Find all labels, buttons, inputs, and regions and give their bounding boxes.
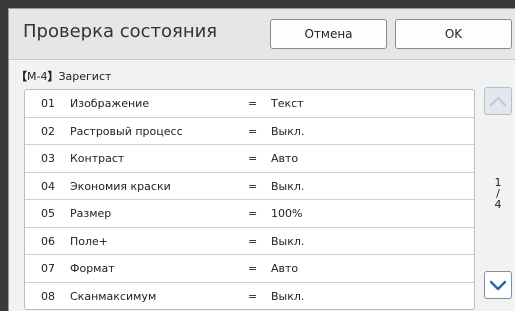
- list-item: 06 Поле+ = Выкл.: [25, 228, 474, 255]
- item-equals: =: [248, 262, 258, 275]
- settings-list: 01 Изображение = Текст 02 Растровый проц…: [24, 89, 475, 310]
- list-item: 03 Контраст = Авто: [25, 145, 474, 173]
- chevron-up-icon: [489, 96, 507, 107]
- item-equals: =: [248, 234, 258, 248]
- list-item: 04 Экономия краски = Выкл.: [25, 173, 474, 200]
- cancel-button[interactable]: Отмена: [270, 19, 387, 49]
- item-equals: =: [248, 179, 258, 193]
- item-value: Выкл.: [271, 124, 305, 138]
- status-check-dialog: Проверка состояния Отмена OK 【М-4】Зареги…: [8, 8, 515, 311]
- scroll-up-button[interactable]: [484, 87, 512, 115]
- dialog-header: Проверка состояния Отмена OK: [9, 9, 515, 60]
- chevron-down-icon: [489, 280, 507, 291]
- item-number: 07: [41, 262, 55, 275]
- ok-button[interactable]: OK: [395, 19, 512, 49]
- item-value: Выкл.: [271, 234, 305, 248]
- page-indicator: 1 / 4: [483, 177, 513, 210]
- scroll-down-button[interactable]: [484, 271, 512, 299]
- item-value: Авто: [271, 262, 299, 275]
- item-number: 01: [41, 97, 55, 110]
- list-item: 07 Формат = Авто: [25, 255, 474, 283]
- item-name: Размер: [70, 207, 112, 220]
- item-name: Сканмаксимум: [70, 289, 157, 303]
- item-number: 04: [41, 179, 55, 193]
- item-equals: =: [248, 152, 258, 165]
- list-item: 01 Изображение = Текст: [25, 90, 474, 118]
- item-number: 08: [41, 289, 55, 303]
- item-number: 03: [41, 152, 55, 165]
- item-value: 100%: [271, 207, 303, 220]
- item-name: Поле+: [70, 234, 109, 248]
- item-number: 02: [41, 124, 55, 138]
- item-equals: =: [248, 97, 258, 110]
- page-total: 4: [494, 198, 502, 211]
- list-item: 08 Сканмаксимум = Выкл.: [25, 283, 474, 310]
- item-name: Изображение: [70, 97, 150, 110]
- list-item: 02 Растровый процесс = Выкл.: [25, 118, 474, 145]
- item-equals: =: [248, 124, 258, 138]
- section-name: Зарегист: [58, 70, 112, 83]
- item-number: 05: [41, 207, 55, 220]
- item-value: Текст: [271, 97, 304, 110]
- item-value: Выкл.: [271, 289, 305, 303]
- item-name: Контраст: [70, 152, 125, 165]
- item-equals: =: [248, 207, 258, 220]
- page-title: Проверка состояния: [23, 21, 218, 42]
- item-name: Растровый процесс: [70, 124, 183, 138]
- section-code: М-4: [27, 70, 48, 83]
- item-number: 06: [41, 234, 55, 248]
- item-equals: =: [248, 289, 258, 303]
- item-value: Выкл.: [271, 179, 305, 193]
- list-item: 05 Размер = 100%: [25, 200, 474, 228]
- section-label: 【М-4】Зарегист: [16, 70, 112, 83]
- item-name: Формат: [70, 262, 115, 275]
- item-value: Авто: [271, 152, 299, 165]
- item-name: Экономия краски: [70, 179, 171, 193]
